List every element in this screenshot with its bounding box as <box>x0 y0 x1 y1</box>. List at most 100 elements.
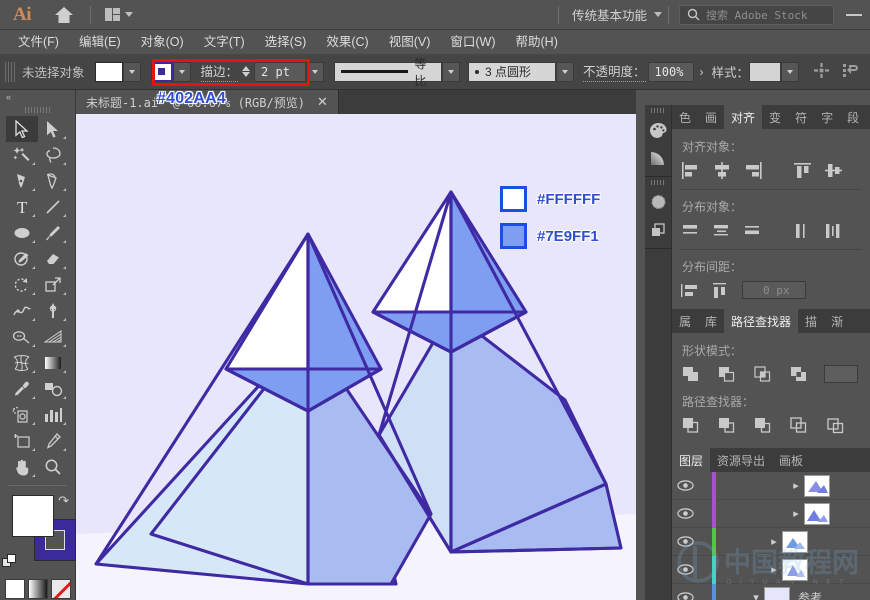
tab-attributes[interactable]: 属 <box>672 309 698 333</box>
dock-grip[interactable] <box>645 105 671 116</box>
minimize-icon[interactable] <box>846 13 862 16</box>
perspective-grid-tool[interactable] <box>38 324 70 350</box>
tab-gradient[interactable]: 渐 <box>824 309 850 333</box>
chevron-right-icon[interactable]: ▸ <box>788 479 804 492</box>
tab-paragraph[interactable]: 段 <box>840 105 866 129</box>
workspace-switcher[interactable]: 传统基本功能 <box>565 5 654 24</box>
color-mode-none[interactable] <box>50 579 71 599</box>
artboard-canvas[interactable]: #FFFFFF #7E9FF1 <box>76 114 636 600</box>
color-mode-gradient[interactable] <box>27 579 48 599</box>
eye-icon[interactable] <box>672 564 698 575</box>
tab-transform[interactable]: 变 <box>762 105 788 129</box>
pen-tool[interactable] <box>6 168 38 194</box>
align-horizontal-center-icon[interactable] <box>711 160 733 180</box>
opacity-flyout-icon[interactable]: › <box>694 65 706 79</box>
scale-tool[interactable] <box>38 272 70 298</box>
column-graph-tool[interactable] <box>38 402 70 428</box>
eye-icon[interactable] <box>672 480 698 491</box>
opacity-input[interactable]: 100% <box>647 61 694 82</box>
tab-color[interactable]: 色 <box>672 105 698 129</box>
table-row[interactable]: ▸ <box>672 499 870 528</box>
align-right-icon[interactable] <box>742 160 764 180</box>
tab-pathfinder[interactable]: 路径查找器 <box>724 309 799 333</box>
spacing-input[interactable]: 0 px <box>742 281 806 299</box>
default-fill-stroke-icon[interactable] <box>2 554 18 573</box>
close-icon[interactable]: ✕ <box>317 94 328 110</box>
menu-item-effect[interactable]: 效果(C) <box>316 30 378 54</box>
intersect-icon[interactable] <box>752 364 774 384</box>
table-row[interactable]: ▸ <box>672 527 870 556</box>
chevron-right-icon[interactable]: ▸ <box>766 535 782 548</box>
distribute-left-icon[interactable] <box>792 220 814 240</box>
adobe-stock-search-input[interactable]: 搜索 Adobe Stock <box>679 4 834 25</box>
graphic-style-dropdown[interactable] <box>781 61 800 82</box>
eye-icon[interactable] <box>672 536 698 547</box>
expand-button[interactable] <box>824 365 858 383</box>
direct-selection-tool[interactable] <box>38 116 70 142</box>
tab-layers[interactable]: 图层 <box>672 448 711 472</box>
graphic-style-swatch[interactable] <box>749 61 782 82</box>
align-top-icon[interactable] <box>792 160 814 180</box>
menu-item-view[interactable]: 视图(V) <box>379 30 441 54</box>
align-icon[interactable] <box>814 62 829 81</box>
width-tool[interactable] <box>6 298 38 324</box>
divide-icon[interactable] <box>680 415 702 435</box>
menu-item-select[interactable]: 选择(S) <box>255 30 317 54</box>
tools-collapse-button[interactable]: « <box>0 90 75 104</box>
stroke-weight-input[interactable]: 2 pt <box>254 61 307 82</box>
pathfinder-icon[interactable] <box>645 216 671 244</box>
chevron-right-icon[interactable]: ▸ <box>788 507 804 520</box>
arrange-documents-icon[interactable] <box>97 3 141 27</box>
layer-name[interactable]: 参考 <box>790 589 822 600</box>
window-buttons[interactable] <box>846 13 870 16</box>
shaper-tool[interactable] <box>6 246 38 272</box>
fill-dropdown[interactable] <box>122 61 141 82</box>
shape-builder-tool[interactable] <box>6 324 38 350</box>
eye-icon[interactable] <box>672 508 698 519</box>
menu-item-help[interactable]: 帮助(H) <box>506 30 568 54</box>
tab-artboards[interactable]: 画板 <box>772 448 810 472</box>
tab-asset-export[interactable]: 资源导出 <box>710 448 772 472</box>
free-transform-tool[interactable] <box>38 298 70 324</box>
panel-grip[interactable] <box>5 61 15 82</box>
minus-front-icon[interactable] <box>716 364 738 384</box>
chevron-down-icon[interactable] <box>654 12 662 17</box>
type-tool[interactable]: T <box>6 194 38 220</box>
color-palette-icon[interactable] <box>645 116 671 144</box>
rotate-tool[interactable] <box>6 272 38 298</box>
stroke-color-swatch[interactable] <box>150 61 173 82</box>
menu-item-object[interactable]: 对象(O) <box>131 30 194 54</box>
chevron-down-icon[interactable]: ▾ <box>748 591 764 600</box>
selection-tool[interactable] <box>6 116 38 142</box>
exclude-icon[interactable] <box>788 364 810 384</box>
distribute-vertical-center-icon[interactable] <box>711 220 733 240</box>
hand-tool[interactable] <box>6 454 38 480</box>
tab-align[interactable]: 对齐 <box>724 105 763 129</box>
artboard-tool[interactable] <box>6 428 38 454</box>
lasso-tool[interactable] <box>38 142 70 168</box>
gradient-icon[interactable] <box>645 144 671 172</box>
outline-icon[interactable] <box>824 415 846 435</box>
symbol-sprayer-tool[interactable] <box>6 402 38 428</box>
menu-item-type[interactable]: 文字(T) <box>194 30 255 54</box>
stroke-profile-combo[interactable]: 等比 <box>334 57 461 88</box>
gradient-tool[interactable] <box>38 350 70 376</box>
spacing-input-group[interactable]: 0 px <box>742 281 806 299</box>
home-icon[interactable] <box>44 0 84 30</box>
brush-combo[interactable]: 3 点圆形 <box>468 61 575 82</box>
distribute-top-icon[interactable] <box>680 220 702 240</box>
arrange-icon[interactable] <box>843 63 858 81</box>
tab-symbols[interactable]: 符 <box>788 105 814 129</box>
chevron-right-icon[interactable]: ▸ <box>766 563 782 576</box>
tab-brushes[interactable]: 画 <box>698 105 724 129</box>
blend-tool[interactable] <box>38 376 70 402</box>
distribute-bottom-icon[interactable] <box>742 220 764 240</box>
unite-icon[interactable] <box>680 364 702 384</box>
tools-grip[interactable] <box>0 104 75 116</box>
transparency-icon[interactable] <box>645 188 671 216</box>
stroke-profile-dropdown[interactable] <box>442 61 461 82</box>
paintbrush-tool[interactable] <box>38 220 70 246</box>
distribute-horizontal-center-icon[interactable] <box>823 220 845 240</box>
table-row[interactable]: ▸ <box>672 555 870 584</box>
magic-wand-tool[interactable] <box>6 142 38 168</box>
